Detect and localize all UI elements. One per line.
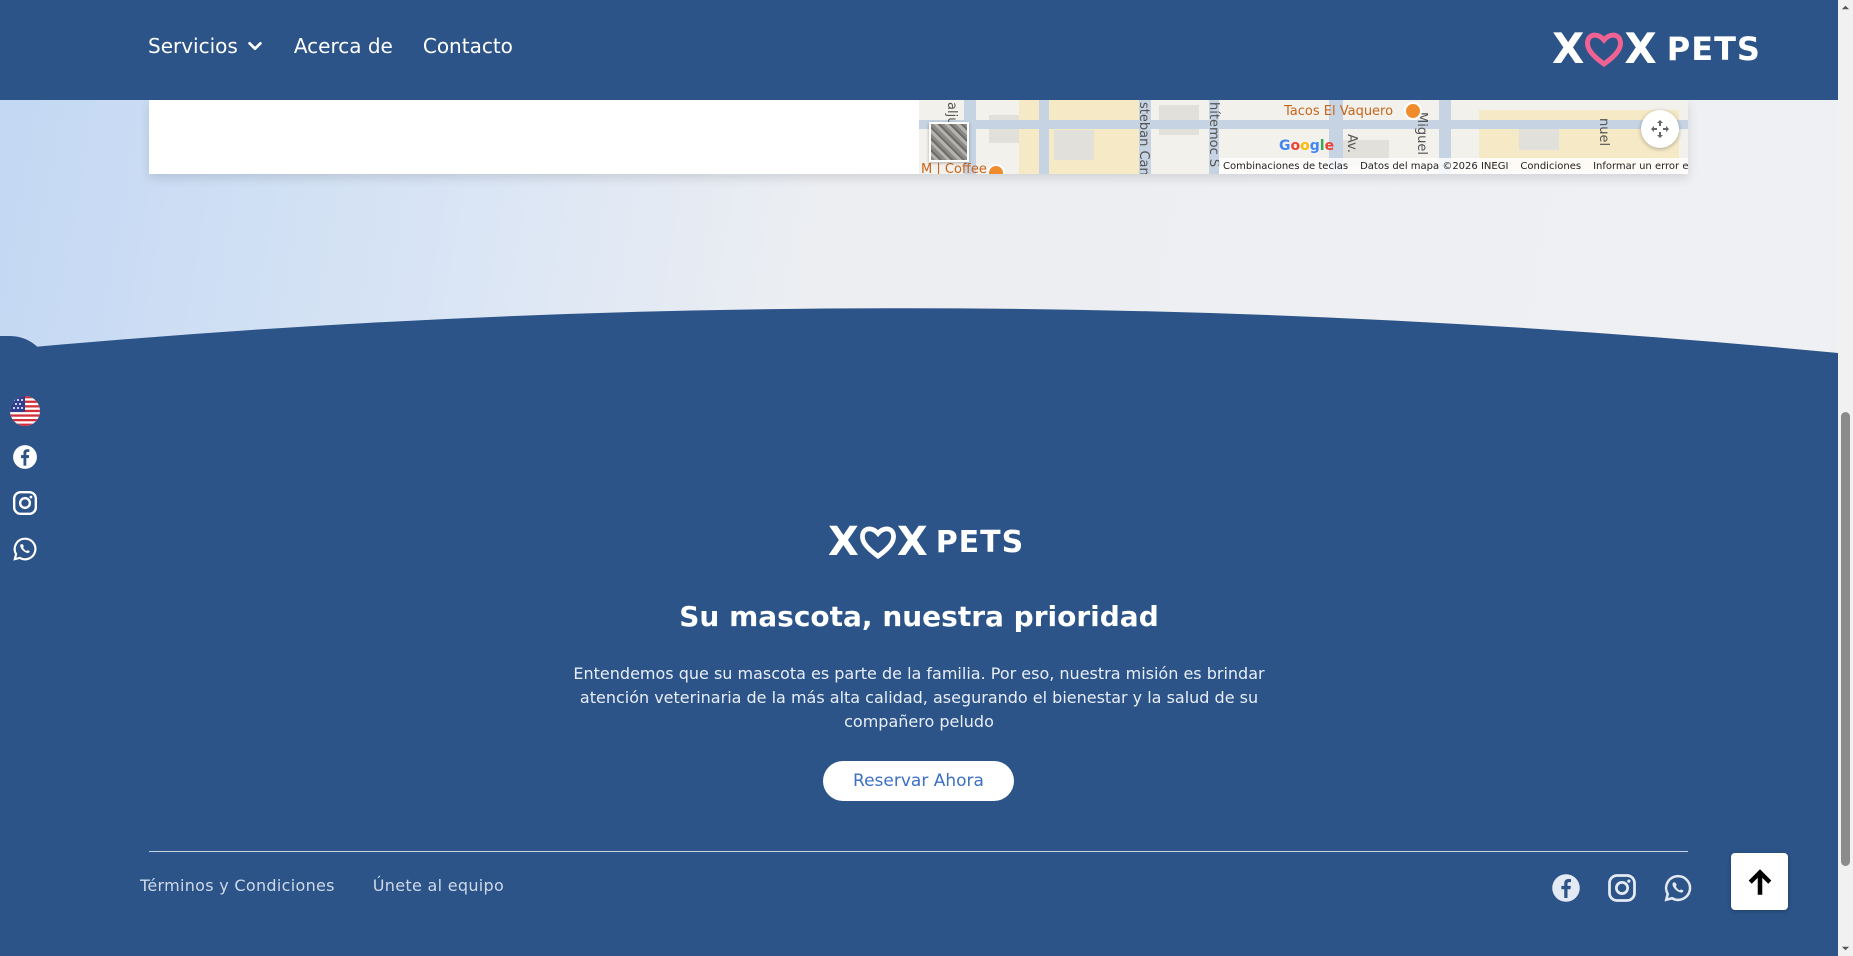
chevron-down-icon (248, 41, 262, 51)
fullscreen-button[interactable] (1641, 110, 1679, 148)
whatsapp-link[interactable] (10, 534, 40, 564)
facebook-link[interactable] (10, 442, 40, 472)
keyboard-shortcuts-link[interactable]: Combinaciones de teclas (1223, 161, 1348, 172)
heart-logo-icon (859, 526, 896, 559)
facebook-icon (1552, 874, 1580, 902)
side-social-rail (10, 396, 40, 564)
join-team-link[interactable]: Únete al equipo (373, 876, 504, 895)
heart-logo-icon (1585, 32, 1624, 67)
footer-divider (149, 851, 1688, 852)
nav-acerca-de[interactable]: Acerca de (294, 34, 393, 58)
footer-whatsapp-link[interactable] (1662, 872, 1694, 904)
street-label: nuel (1596, 118, 1611, 147)
whatsapp-icon (1664, 874, 1692, 902)
main-nav: Servicios Acerca de Contacto (148, 34, 513, 58)
site-header: Servicios Acerca de Contacto X X PETS (0, 0, 1838, 100)
fullscreen-icon (1651, 120, 1669, 138)
footer-social (1550, 872, 1694, 904)
restaurant-pin-icon[interactable] (1404, 102, 1422, 120)
logo-letter: X (828, 519, 859, 565)
map-road (1039, 100, 1049, 174)
back-to-top-button[interactable] (1731, 853, 1788, 910)
section-wave (0, 308, 1838, 415)
terms-link[interactable]: Condiciones (1520, 161, 1581, 172)
scroll-up-icon[interactable] (1841, 3, 1850, 12)
nav-label: Contacto (422, 34, 513, 58)
satellite-toggle[interactable] (929, 122, 969, 162)
poi-label[interactable]: M | Coffee (921, 162, 987, 174)
instagram-icon (12, 490, 38, 516)
nav-label: Acerca de (293, 34, 393, 58)
logo-letter: X (1552, 24, 1585, 73)
footer-tagline: Su mascota, nuestra prioridad (679, 600, 1159, 633)
location-card: aljuto steban Can hítemoc S Av. Miguel n… (149, 100, 1688, 174)
book-now-button[interactable]: Reservar Ahora (823, 761, 1014, 801)
map-attribution: Combinaciones de teclas Datos del mapa ©… (1219, 158, 1688, 174)
logo-word: PETS (935, 524, 1025, 560)
scroll-down-icon[interactable] (1841, 944, 1850, 953)
nav-servicios[interactable]: Servicios (148, 34, 264, 58)
cafe-pin-icon[interactable] (987, 164, 1005, 174)
page-scrollbar[interactable] (1838, 0, 1853, 956)
logo-letter: X (1624, 24, 1657, 73)
logo-letter: X (896, 519, 928, 565)
logo-word: PETS (1666, 30, 1761, 68)
footer-facebook-link[interactable] (1550, 872, 1582, 904)
nav-contacto[interactable]: Contacto (423, 34, 513, 58)
report-error-link[interactable]: Informar un error en el mapa (1593, 161, 1688, 172)
google-logo: Google (1279, 138, 1335, 154)
facebook-icon (13, 445, 37, 469)
map-data-text: Datos del mapa ©2026 INEGI (1360, 160, 1509, 172)
footer-instagram-link[interactable] (1606, 872, 1638, 904)
poi-label[interactable]: Tacos El Vaquero (1284, 104, 1393, 119)
footer-description: Entendemos que su mascota es parte de la… (573, 664, 1265, 731)
footer-links: Términos y Condiciones Únete al equipo (140, 876, 504, 895)
terms-link[interactable]: Términos y Condiciones (140, 876, 335, 895)
us-flag-icon (10, 396, 40, 426)
arrow-up-icon (1748, 868, 1771, 895)
header-logo[interactable]: X X PETS (1552, 28, 1761, 70)
instagram-icon (1608, 874, 1636, 902)
google-map[interactable]: aljuto steban Can hítemoc S Av. Miguel n… (919, 100, 1688, 174)
instagram-link[interactable] (10, 488, 40, 518)
map-road (919, 120, 1688, 129)
scrollbar-thumb[interactable] (1841, 412, 1850, 866)
street-label: steban Can (1136, 102, 1151, 174)
language-toggle[interactable] (10, 396, 40, 426)
map-block (1054, 130, 1094, 160)
nav-label: Servicios (148, 34, 238, 58)
footer-logo[interactable]: X X PETS (828, 522, 1024, 562)
whatsapp-icon (13, 537, 37, 561)
street-label: Av. (1344, 134, 1359, 153)
